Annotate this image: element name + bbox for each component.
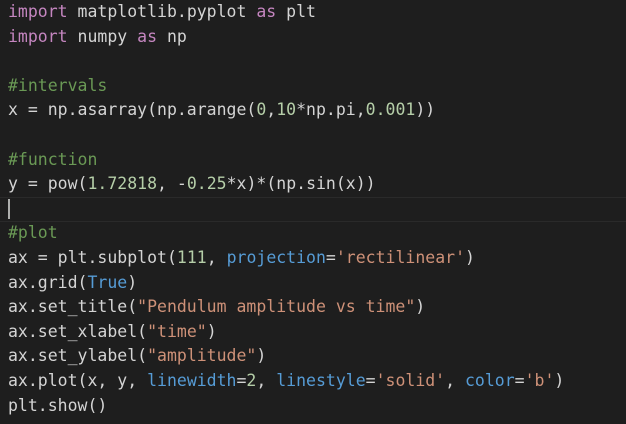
code-token: projection	[226, 248, 326, 267]
code-token: ,	[266, 100, 277, 120]
code-token: plt	[276, 2, 316, 21]
code-token: import	[8, 26, 68, 46]
code-token: )	[256, 346, 267, 366]
code-token: ax = plt.subplot(	[8, 248, 177, 267]
code-token: 'solid'	[375, 371, 446, 390]
code-line[interactable]: #function	[8, 148, 97, 173]
code-token: 1.72818	[87, 174, 158, 194]
code-line[interactable]: y = pow(1.72818, -0.25*x)*(np.sin(x))	[8, 172, 376, 197]
code-token: x = np.asarray(np.arange(	[8, 100, 257, 120]
code-token: ax.set_ylabel(	[8, 346, 148, 366]
code-token: matplotlib.pyplot	[67, 2, 257, 21]
code-token: linestyle	[276, 371, 366, 390]
code-token: ,	[206, 248, 227, 267]
code-token: *x)*(np.sin(x))	[226, 174, 376, 194]
code-token: ))	[415, 100, 436, 120]
code-token: ax.grid(	[8, 272, 88, 292]
code-token: *np.pi,	[296, 100, 366, 120]
code-line[interactable]: plt.show()	[8, 394, 107, 419]
current-line-highlight	[0, 197, 626, 222]
code-token: "Pendulum amplitude vs time"	[137, 297, 416, 317]
code-line[interactable]: #plot	[8, 221, 58, 246]
code-line[interactable]: import matplotlib.pyplot as plt	[8, 0, 316, 25]
code-token: as	[256, 2, 277, 21]
code-token: #function	[8, 149, 98, 169]
code-token: 0.001	[365, 100, 416, 120]
code-token: True	[87, 272, 128, 292]
code-token: ax.plot(x, y,	[8, 371, 148, 390]
code-token: #intervals	[8, 75, 108, 95]
text-cursor	[8, 199, 10, 219]
code-token: #plot	[8, 223, 58, 243]
code-token: )	[415, 297, 426, 317]
code-editor[interactable]: import matplotlib.pyplot as plt import nu…	[0, 0, 626, 424]
code-token: linewidth	[147, 371, 237, 390]
code-token: 2	[246, 371, 257, 390]
code-line[interactable]: ax.set_title("Pendulum amplitude vs time…	[8, 295, 425, 320]
code-token: , -	[157, 174, 187, 194]
code-token: =	[236, 371, 247, 390]
code-token: 10	[276, 100, 297, 120]
code-line[interactable]: ax.grid(True)	[8, 271, 137, 296]
code-token: =	[514, 371, 525, 390]
code-line[interactable]: import numpy as np	[8, 25, 187, 50]
code-token: 'rectilinear'	[335, 248, 465, 267]
code-token: )	[206, 321, 217, 341]
code-token: ax.set_xlabel(	[8, 321, 148, 341]
code-token: ax.set_title(	[8, 297, 138, 317]
code-token: numpy	[67, 26, 138, 46]
code-line[interactable]: #intervals	[8, 74, 107, 99]
code-token: =	[325, 248, 336, 267]
code-token: "amplitude"	[147, 346, 257, 366]
code-token: y = pow(	[8, 174, 88, 194]
code-token: )	[127, 272, 138, 292]
code-token: 0	[256, 100, 267, 120]
code-token: color	[465, 371, 515, 390]
code-token: )	[465, 248, 475, 267]
code-token: 'b'	[524, 371, 555, 390]
code-token: plt.show()	[8, 395, 108, 415]
code-line[interactable]: x = np.asarray(np.arange(0,10*np.pi,0.00…	[8, 98, 435, 123]
code-line[interactable]: ax.plot(x, y, linewidth=2, linestyle='so…	[8, 369, 564, 394]
code-line[interactable]: ax.set_xlabel("time")	[8, 320, 217, 345]
code-token: as	[137, 26, 158, 46]
code-token: "time"	[147, 321, 207, 341]
code-token: ,	[445, 371, 465, 390]
code-token: np	[157, 26, 187, 46]
code-token: ,	[256, 371, 277, 390]
code-line[interactable]: ax.set_ylabel("amplitude")	[8, 344, 266, 369]
code-token: 111	[176, 248, 207, 267]
code-token: )	[554, 371, 565, 390]
code-token: import	[8, 2, 68, 21]
code-line[interactable]: ax = plt.subplot(111, projection='rectil…	[8, 246, 475, 271]
code-token: =	[365, 371, 376, 390]
code-token: 0.25	[186, 174, 227, 194]
